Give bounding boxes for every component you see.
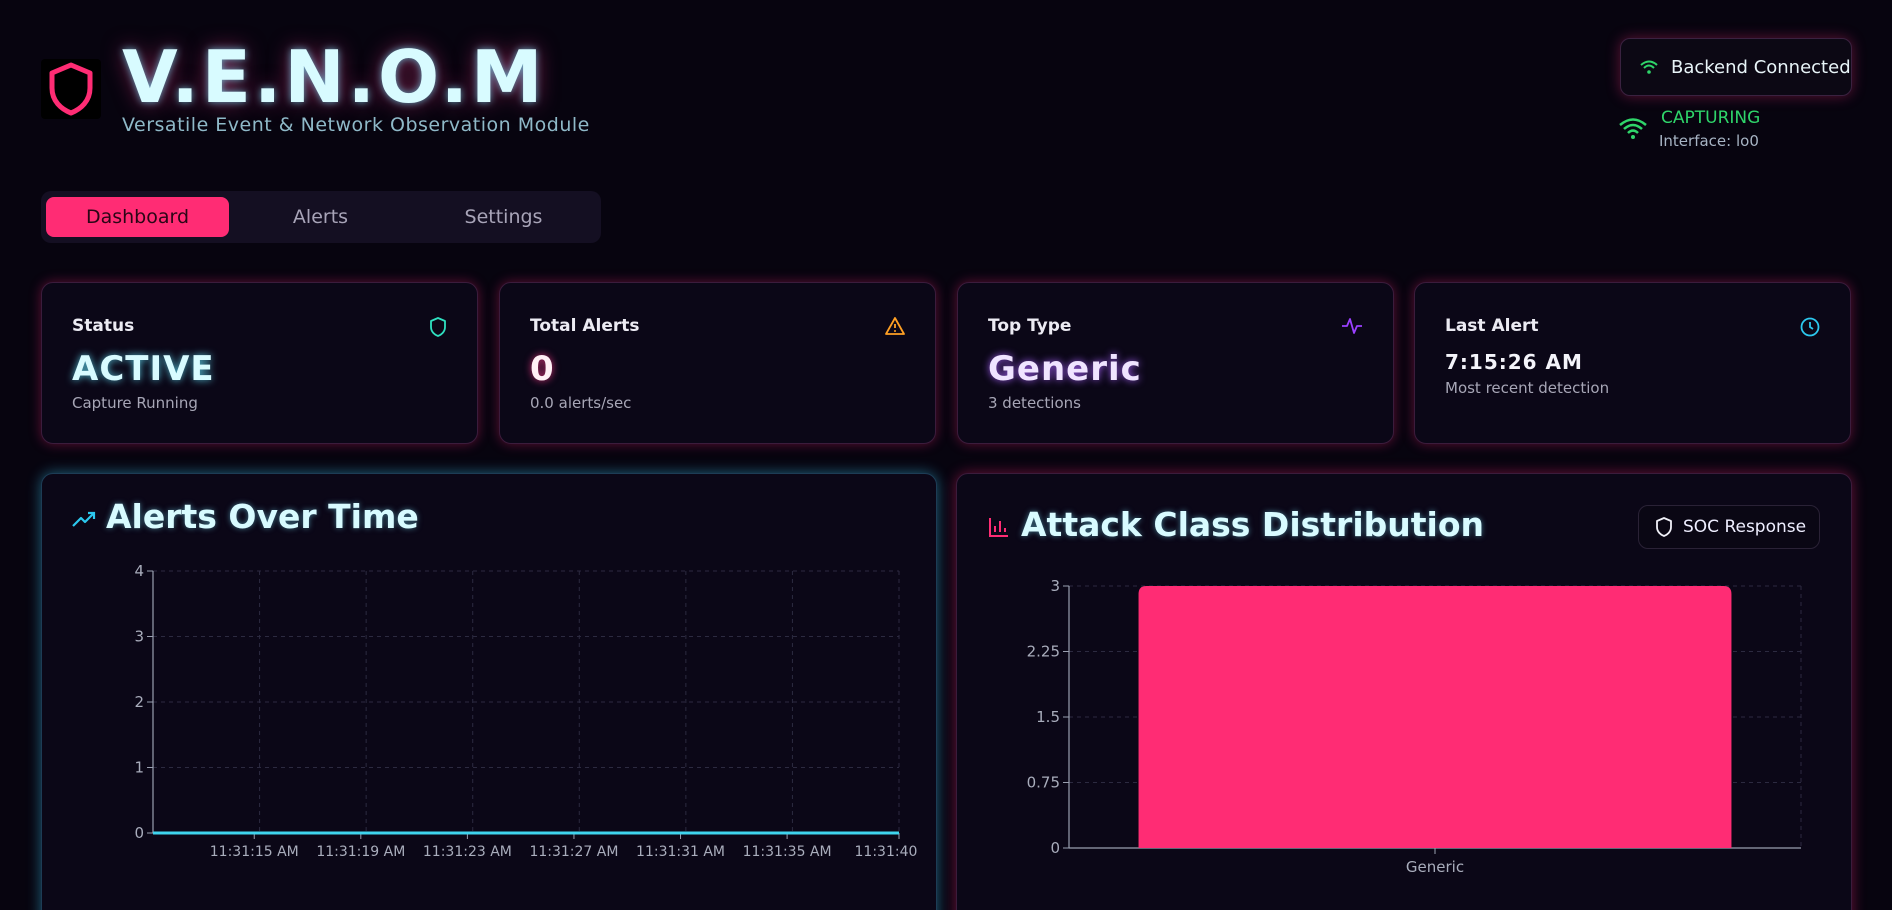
tab-dashboard[interactable]: Dashboard [46, 197, 229, 237]
status-card: Status ACTIVE Capture Running [41, 282, 478, 444]
card-title: Last Alert [1445, 316, 1539, 336]
y-tick-label: 4 [134, 562, 144, 580]
bar-chart-icon [989, 518, 1008, 537]
x-tick-label: 11:31:40 AM [855, 844, 920, 860]
app-subtitle: Versatile Event & Network Observation Mo… [122, 114, 590, 136]
wifi-icon [1640, 60, 1658, 74]
card-title: Top Type [988, 316, 1072, 336]
clock-icon [1800, 317, 1820, 337]
attack-class-chart: 0 0.75 1.5 2.25 3 Generic [1027, 577, 1802, 875]
backend-status-label: Backend Connected [1671, 56, 1851, 78]
status-value: ACTIVE [72, 349, 215, 389]
top-type-card: Top Type Generic 3 detections [957, 282, 1394, 444]
shield-icon [430, 317, 446, 337]
total-alerts-sub: 0.0 alerts/sec [530, 394, 632, 412]
y-tick-label: 0 [1050, 839, 1060, 857]
app-logo [41, 59, 101, 119]
y-tick-label: 2.25 [1027, 643, 1060, 661]
capture-status: CAPTURING Interface: lo0 [1618, 108, 1858, 154]
backend-status-badge: Backend Connected [1620, 38, 1852, 96]
top-type-value: Generic [988, 349, 1142, 389]
x-tick-label: 11:31:35 AM [743, 844, 832, 860]
top-type-sub: 3 detections [988, 394, 1081, 412]
tab-alerts[interactable]: Alerts [229, 197, 412, 237]
last-alert-sub: Most recent detection [1445, 379, 1610, 397]
status-sub: Capture Running [72, 394, 198, 412]
main-tabs: Dashboard Alerts Settings [41, 191, 601, 243]
card-title: Status [72, 316, 135, 336]
y-tick-label: 0 [134, 824, 144, 842]
shield-logo-icon [49, 62, 93, 116]
warning-icon [885, 317, 905, 335]
y-tick-label: 0.75 [1027, 774, 1060, 792]
attack-class-title: Attack Class Distribution [1021, 505, 1484, 544]
y-tick-label: 1.5 [1036, 708, 1060, 726]
y-tick-label: 2 [134, 693, 144, 711]
last-alert-value: 7:15:26 AM [1445, 350, 1583, 374]
y-tick-label: 1 [134, 759, 144, 777]
capture-interface-label: Interface: lo0 [1659, 132, 1759, 150]
card-title: Total Alerts [530, 316, 640, 336]
x-tick-label: Generic [1406, 858, 1464, 875]
x-tick-label: 11:31:23 AM [423, 844, 512, 860]
shield-icon [1656, 517, 1672, 537]
total-alerts-card: Total Alerts 0 0.0 alerts/sec [499, 282, 936, 444]
x-tick-label: 11:31:27 AM [529, 844, 618, 860]
capture-state-label: CAPTURING [1661, 108, 1761, 128]
soc-response-label: SOC Response [1683, 517, 1807, 537]
alerts-over-time-chart: 0 1 2 3 4 11:31:15 AM 11:31:19 AM 11:31:23 AM 11… [134, 562, 920, 860]
y-tick-label: 3 [1050, 577, 1060, 595]
bar-generic [1138, 586, 1732, 848]
soc-response-button[interactable]: SOC Response [1638, 505, 1820, 549]
activity-icon [1342, 318, 1362, 334]
trending-up-icon [72, 511, 96, 527]
capture-wifi-icon [1619, 118, 1647, 139]
total-alerts-value: 0 [530, 349, 555, 389]
x-tick-label: 11:31:15 AM [210, 844, 299, 860]
alerts-over-time-title: Alerts Over Time [106, 497, 419, 536]
last-alert-card: Last Alert 7:15:26 AM Most recent detect… [1414, 282, 1851, 444]
x-tick-label: 11:31:31 AM [636, 844, 725, 860]
y-tick-label: 3 [134, 628, 144, 646]
x-tick-label: 11:31:19 AM [316, 844, 405, 860]
app-title: V.E.N.O.M [122, 35, 546, 119]
tab-settings[interactable]: Settings [412, 197, 595, 237]
